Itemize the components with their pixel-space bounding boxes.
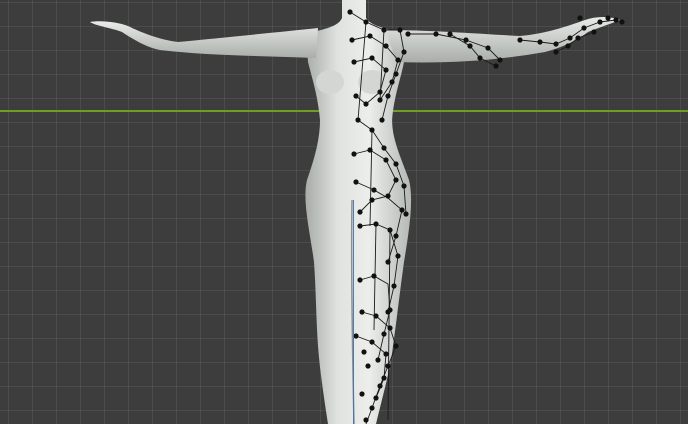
z-axis-line (353, 200, 354, 424)
right-arm-shape (386, 17, 620, 63)
3d-viewport[interactable] (0, 0, 688, 424)
chest-left-shape (316, 70, 344, 94)
left-arm-shape (90, 21, 318, 58)
humanoid-mesh[interactable] (0, 0, 688, 424)
